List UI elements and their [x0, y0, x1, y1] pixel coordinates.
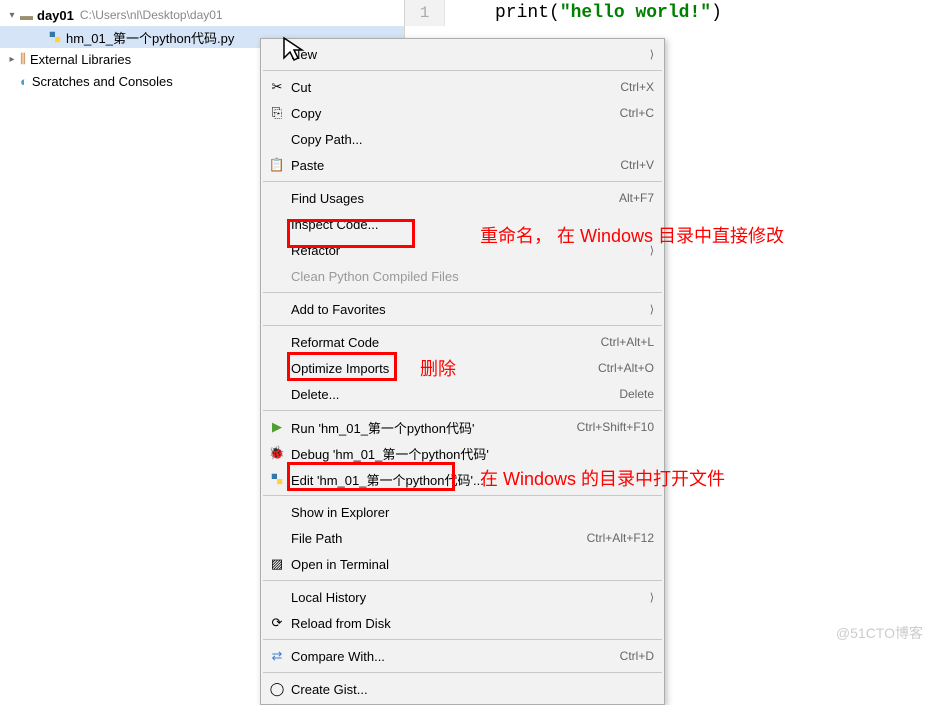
code-line[interactable]: print("hello world!") [445, 0, 722, 26]
python-file-icon [48, 30, 62, 44]
menu-copy-path[interactable]: Copy Path... [261, 126, 664, 152]
menu-terminal[interactable]: ▨Open in Terminal [261, 551, 664, 577]
python-icon [267, 471, 287, 487]
menu-separator [263, 410, 662, 411]
submenu-arrow-icon: ⟩ [650, 48, 654, 61]
menu-cut[interactable]: ✂CutCtrl+X [261, 74, 664, 100]
menu-copy[interactable]: ⎘CopyCtrl+C [261, 100, 664, 126]
library-icon: ⫼ [20, 51, 26, 67]
context-menu: New⟩ ✂CutCtrl+X ⎘CopyCtrl+C Copy Path...… [260, 38, 665, 705]
menu-find-usages[interactable]: Find UsagesAlt+F7 [261, 185, 664, 211]
folder-icon: ▬ [20, 8, 33, 23]
annotation-explorer: 在 Windows 的目录中打开文件 [480, 465, 725, 491]
scratches-label: Scratches and Consoles [32, 74, 173, 89]
menu-debug[interactable]: 🐞Debug 'hm_01_第一个python代码' [261, 440, 664, 466]
line-number: 1 [405, 0, 445, 26]
file-name: hm_01_第一个python代码.py [66, 28, 234, 47]
menu-reload[interactable]: ⟳Reload from Disk [261, 610, 664, 636]
menu-separator [263, 580, 662, 581]
annotation-refactor: 重命名， 在 Windows 目录中直接修改 [480, 222, 784, 248]
chevron-right-icon[interactable]: ▸ [6, 53, 18, 65]
submenu-arrow-icon: ⟩ [650, 591, 654, 604]
menu-run[interactable]: ▶Run 'hm_01_第一个python代码'Ctrl+Shift+F10 [261, 414, 664, 440]
run-icon: ▶ [267, 419, 287, 435]
reload-icon: ⟳ [267, 615, 287, 631]
menu-reformat[interactable]: Reformat CodeCtrl+Alt+L [261, 329, 664, 355]
menu-separator [263, 181, 662, 182]
menu-separator [263, 70, 662, 71]
menu-separator [263, 495, 662, 496]
menu-compare[interactable]: ⇄Compare With...Ctrl+D [261, 643, 664, 669]
external-libs-label: External Libraries [30, 52, 131, 67]
project-name: day01 [37, 8, 74, 23]
terminal-icon: ▨ [267, 556, 287, 572]
menu-optimize[interactable]: Optimize ImportsCtrl+Alt+O [261, 355, 664, 381]
menu-new[interactable]: New⟩ [261, 41, 664, 67]
copy-icon: ⎘ [267, 105, 287, 121]
paste-icon: 📋 [267, 157, 287, 173]
menu-show-explorer[interactable]: Show in Explorer [261, 499, 664, 525]
compare-icon: ⇄ [267, 648, 287, 664]
annotation-delete: 删除 [420, 355, 456, 381]
menu-favorites[interactable]: Add to Favorites⟩ [261, 296, 664, 322]
github-icon: ◯ [267, 681, 287, 697]
menu-separator [263, 639, 662, 640]
chevron-down-icon[interactable]: ▾ [6, 9, 18, 21]
project-path: C:\Users\nl\Desktop\day01 [80, 8, 223, 22]
project-root-row[interactable]: ▾ ▬ day01 C:\Users\nl\Desktop\day01 [0, 4, 404, 26]
menu-separator [263, 672, 662, 673]
menu-separator [263, 292, 662, 293]
submenu-arrow-icon: ⟩ [650, 303, 654, 316]
menu-clean-py: Clean Python Compiled Files [261, 263, 664, 289]
cut-icon: ✂ [267, 79, 287, 95]
menu-delete[interactable]: Delete...Delete [261, 381, 664, 407]
menu-paste[interactable]: 📋PasteCtrl+V [261, 152, 664, 178]
menu-file-path[interactable]: File PathCtrl+Alt+F12 [261, 525, 664, 551]
scratches-icon: ◐ [20, 74, 28, 89]
menu-history[interactable]: Local History⟩ [261, 584, 664, 610]
debug-icon: 🐞 [267, 445, 287, 461]
menu-separator [263, 325, 662, 326]
menu-gist[interactable]: ◯Create Gist... [261, 676, 664, 702]
watermark: @51CTO博客 [836, 623, 923, 643]
